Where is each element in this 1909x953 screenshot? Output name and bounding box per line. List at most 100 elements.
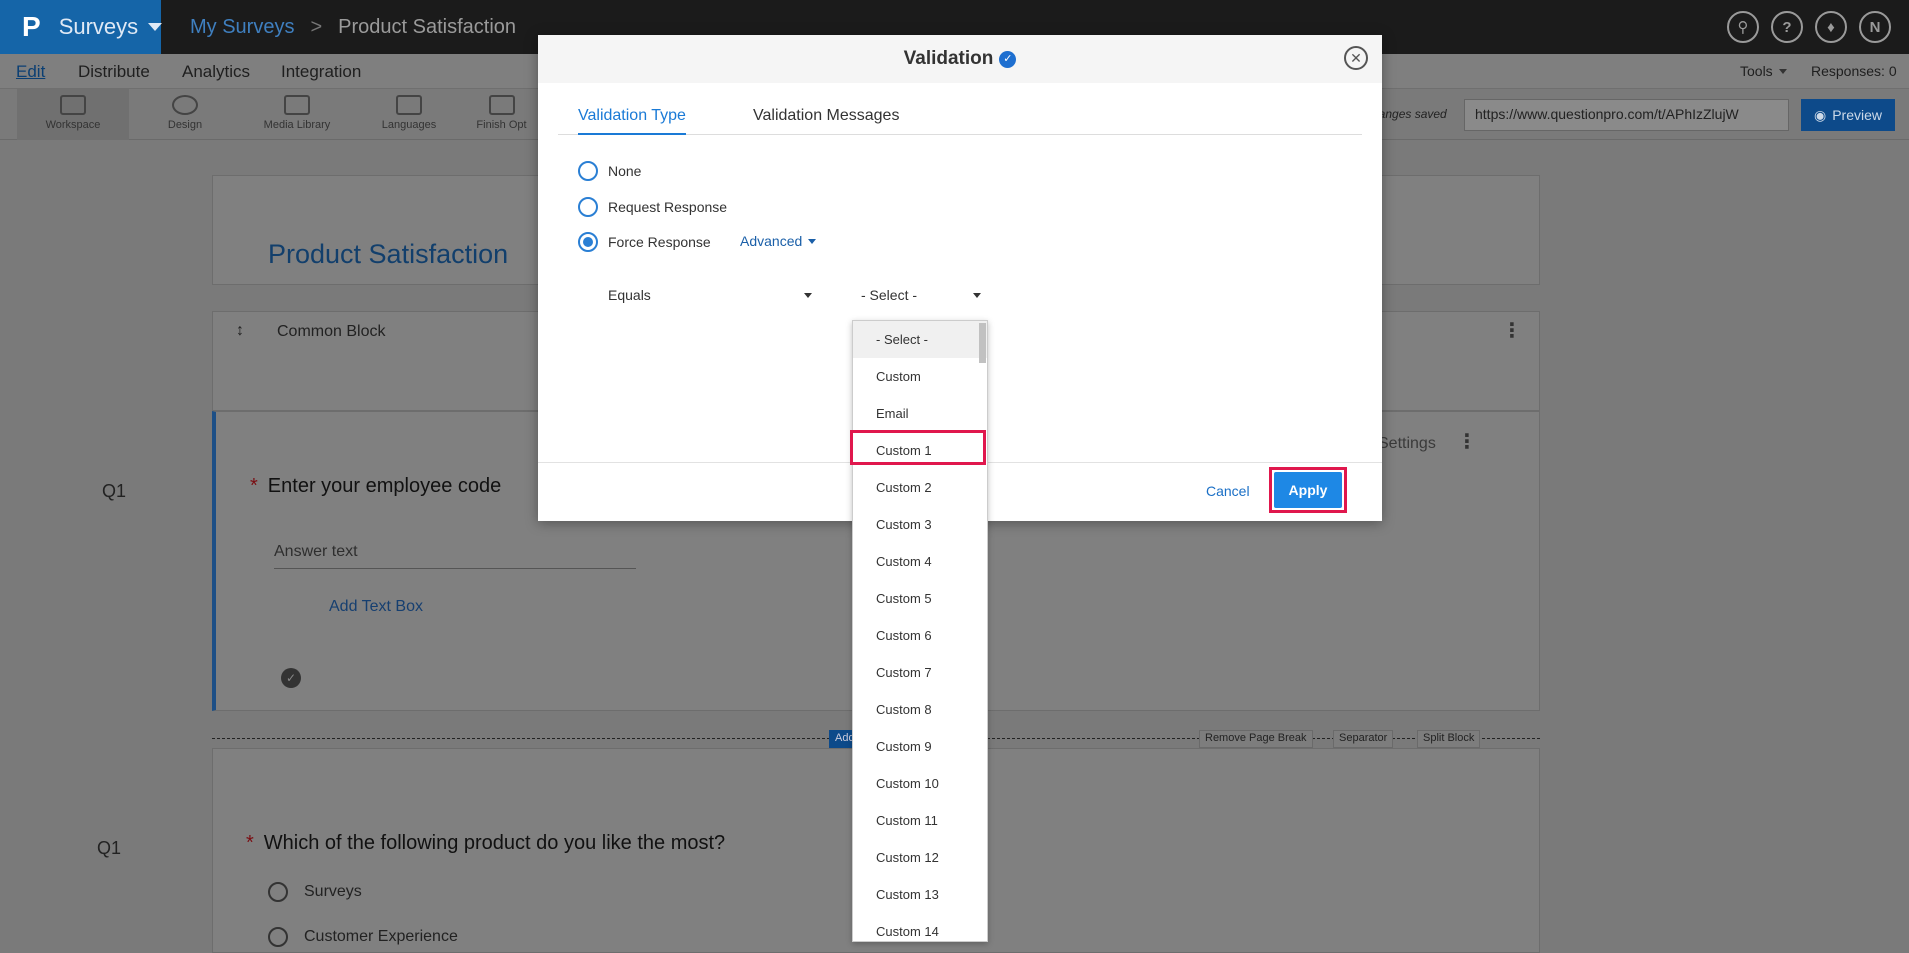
close-icon[interactable]: ✕	[1344, 46, 1368, 70]
tool-media-library[interactable]: Media Library	[241, 89, 353, 140]
dropdown-option[interactable]: Custom 4	[853, 543, 987, 580]
nav-analytics[interactable]: Analytics	[182, 62, 250, 82]
tools-menu[interactable]: Tools	[1740, 63, 1787, 79]
option-label: None	[608, 163, 642, 179]
responses-count: Responses: 0	[1811, 63, 1897, 79]
dropdown-option[interactable]: Custom 7	[853, 654, 987, 691]
brand-logo: P	[22, 11, 41, 42]
breadcrumb-separator: >	[310, 15, 323, 38]
cancel-button[interactable]: Cancel	[1206, 483, 1250, 499]
preview-button[interactable]: ◉ Preview	[1801, 99, 1895, 131]
tool-label: Languages	[381, 119, 437, 131]
answer-text-field[interactable]: Answer text	[274, 543, 636, 569]
choice-option[interactable]: Surveys	[268, 882, 362, 902]
choice-label: Surveys	[304, 883, 362, 900]
remove-page-break-button[interactable]: Remove Page Break	[1199, 730, 1313, 748]
dropdown-option[interactable]: Email	[853, 395, 987, 432]
tools-label: Tools	[1740, 63, 1773, 79]
help-icon[interactable]: ?	[1771, 11, 1803, 43]
value-dropdown-list[interactable]: - Select - Custom Email Custom 1 Custom …	[852, 320, 988, 942]
dropdown-option[interactable]: Custom 5	[853, 580, 987, 617]
dropdown-option[interactable]: Custom	[853, 358, 987, 395]
block-label: Common Block	[277, 323, 386, 340]
dropdown-option[interactable]: Custom 13	[853, 876, 987, 913]
chevron-down-icon	[808, 239, 817, 244]
brand-name: Surveys	[58, 14, 139, 39]
option-force-response[interactable]: Force Response	[578, 232, 711, 252]
dropdown-option[interactable]: Custom 14	[853, 913, 987, 941]
add-text-box-link[interactable]: Add Text Box	[329, 598, 423, 616]
value-select-label: - Select -	[861, 287, 918, 303]
value-select[interactable]: - Select -	[861, 287, 981, 303]
question-text-2[interactable]: * Which of the following product do you l…	[246, 832, 725, 855]
question-text[interactable]: * Enter your employee code	[250, 475, 501, 498]
chevron-down-icon	[148, 23, 163, 31]
header-icons: ⚲ ? ♦ N	[1727, 11, 1891, 43]
dropdown-option[interactable]: - Select -	[853, 321, 987, 358]
tab-validation-messages[interactable]: Validation Messages	[753, 107, 899, 125]
dropdown-option[interactable]: Custom 11	[853, 802, 987, 839]
question-number: Q1	[102, 481, 127, 501]
breadcrumb: My Surveys > Product Satisfaction	[190, 0, 516, 54]
choice-option[interactable]: Customer Experience	[268, 927, 458, 947]
chevron-down-icon	[804, 293, 812, 298]
separator-button[interactable]: Separator	[1333, 730, 1394, 748]
dropdown-option[interactable]: Custom 6	[853, 617, 987, 654]
chevron-down-icon	[973, 293, 981, 298]
nav-distribute[interactable]: Distribute	[78, 62, 150, 82]
tool-workspace[interactable]: Workspace	[17, 89, 129, 140]
condition-select[interactable]: Equals	[608, 287, 812, 303]
dropdown-option[interactable]: Custom 10	[853, 765, 987, 802]
verified-badge-icon: ✓	[999, 51, 1017, 68]
modal-tabs: Validation Type Validation Messages	[558, 97, 1362, 135]
option-request-response[interactable]: Request Response	[578, 197, 727, 217]
option-none[interactable]: None	[578, 161, 641, 181]
settings-link[interactable]: Settings	[1378, 435, 1436, 453]
survey-title[interactable]: Product Satisfaction	[268, 239, 508, 270]
save-status: hanges saved	[1372, 107, 1447, 121]
radio-selected-icon	[578, 232, 598, 252]
brand-menu[interactable]: P Surveys	[0, 0, 163, 54]
tool-finish-options[interactable]: Finish Opt	[465, 89, 538, 140]
survey-url-field[interactable]: https://www.questionpro.com/t/APhIzZlujW	[1464, 99, 1789, 131]
validated-icon[interactable]: ✓	[281, 668, 301, 688]
tab-validation-type[interactable]: Validation Type	[578, 107, 686, 135]
question-more-icon[interactable]: ⋮	[1457, 429, 1477, 454]
collapse-icon[interactable]: ↕	[236, 322, 244, 340]
split-block-button[interactable]: Split Block	[1417, 730, 1481, 748]
option-label: Force Response	[608, 234, 711, 250]
tool-label: Finish Opt	[476, 119, 527, 131]
breadcrumb-my-surveys[interactable]: My Surveys	[190, 16, 294, 39]
bell-icon[interactable]: ♦	[1815, 11, 1847, 43]
dropdown-option[interactable]: Custom 12	[853, 839, 987, 876]
dropdown-scrollbar[interactable]	[979, 323, 986, 363]
radio-icon	[578, 197, 598, 217]
modal-title-text: Validation	[903, 48, 994, 69]
advanced-toggle[interactable]: Advanced	[740, 233, 817, 249]
radio-icon	[578, 161, 598, 181]
workspace-icon	[60, 95, 86, 115]
option-label: Request Response	[608, 199, 728, 215]
user-avatar[interactable]: N	[1859, 11, 1891, 43]
dropdown-option[interactable]: Custom 2	[853, 469, 987, 506]
tool-label: Design	[167, 119, 203, 131]
tool-languages[interactable]: Languages	[353, 89, 465, 140]
dropdown-option[interactable]: Custom 8	[853, 691, 987, 728]
required-icon: *	[250, 475, 258, 497]
image-icon	[284, 95, 310, 115]
modal-header: Validation ✓ ✕	[538, 35, 1382, 83]
nav-integration[interactable]: Integration	[281, 62, 361, 82]
modal-title: Validation ✓	[538, 48, 1382, 70]
chevron-down-icon	[1778, 69, 1787, 74]
search-icon[interactable]: ⚲	[1727, 11, 1759, 43]
nav-edit[interactable]: Edit	[16, 62, 45, 82]
choice-label: Customer Experience	[304, 928, 458, 945]
more-options-icon[interactable]: ⋮	[1502, 318, 1522, 343]
question-label-2: Which of the following product do you li…	[263, 832, 726, 854]
dropdown-option[interactable]: Custom 9	[853, 728, 987, 765]
tool-label: Media Library	[263, 119, 331, 131]
required-icon: *	[246, 832, 254, 854]
tool-design[interactable]: Design	[129, 89, 241, 140]
dropdown-option[interactable]: Custom 3	[853, 506, 987, 543]
wand-icon	[488, 95, 515, 115]
